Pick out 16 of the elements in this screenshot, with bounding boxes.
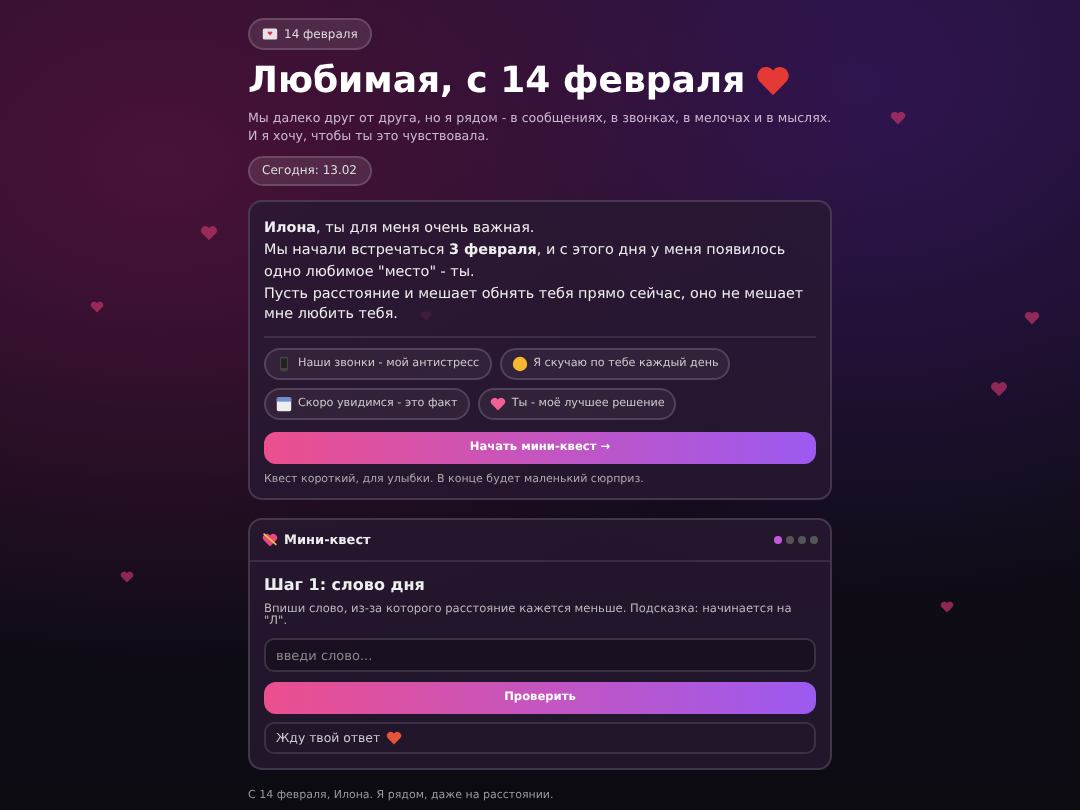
heart-icon xyxy=(489,396,506,413)
heart-icon xyxy=(1024,310,1040,326)
envelope-icon xyxy=(262,26,278,42)
heart-icon xyxy=(90,300,104,314)
heart-icon xyxy=(890,110,906,126)
heart-icon xyxy=(200,224,218,242)
heart-icon xyxy=(940,600,954,614)
step-title: Шаг 1: слово дня xyxy=(264,576,427,595)
heart-icon xyxy=(386,730,403,747)
heart-icon xyxy=(120,570,134,584)
phone-icon xyxy=(276,356,292,373)
page-title: Любимая, с 14 февраля xyxy=(248,60,746,102)
calendar-icon xyxy=(276,396,292,413)
heart-icon xyxy=(755,64,790,98)
heart-icon xyxy=(990,380,1008,398)
heart-arrow-icon xyxy=(262,532,278,549)
